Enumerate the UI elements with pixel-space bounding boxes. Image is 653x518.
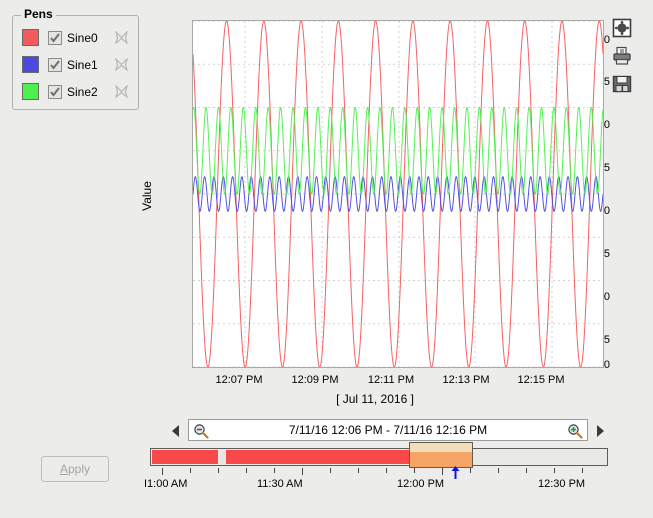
pen-label: Sine1 [67, 58, 115, 72]
x-axis-date-label: [ Jul 11, 2016 ] [140, 392, 610, 406]
pen-visibility-checkbox[interactable] [48, 85, 62, 99]
timeline-tick-label: 12:30 PM [538, 478, 585, 490]
y-axis-label: Value [140, 181, 154, 211]
plot-canvas[interactable] [192, 20, 604, 368]
close-x-icon[interactable] [115, 31, 128, 44]
chart-viewer-window: Pens Sine0 Sine1 [0, 0, 653, 518]
pens-panel-title: Pens [21, 8, 56, 20]
pen-row-sine0[interactable]: Sine0 [22, 29, 130, 46]
timeline-tick-label: 11:30 AM [257, 478, 303, 490]
x-tick-label: 12:07 PM [204, 374, 274, 386]
chart-toolbar [611, 17, 637, 101]
x-tick-label: 12:13 PM [431, 374, 501, 386]
timeline-data-band [152, 450, 433, 464]
timeline-data-gap [218, 450, 226, 464]
timeline-track[interactable] [150, 448, 608, 466]
pen-row-sine2[interactable]: Sine2 [22, 83, 130, 100]
pen-color-swatch[interactable] [22, 56, 39, 73]
save-icon[interactable] [611, 73, 633, 95]
apply-button[interactable]: Apply [41, 456, 109, 482]
chart-area: Value 100 75 50 25 0 -25 -50 -75 -100 12… [140, 14, 610, 414]
timeline-tick-label: I1:00 AM [144, 478, 187, 490]
print-icon[interactable] [611, 45, 633, 67]
nav-next-button[interactable] [592, 421, 608, 441]
pens-panel: Pens Sine0 Sine1 [12, 15, 139, 110]
close-x-icon[interactable] [115, 85, 128, 98]
pen-color-swatch[interactable] [22, 29, 39, 46]
pen-label: Sine2 [67, 85, 115, 99]
apply-button-rest: pply [68, 462, 90, 476]
pen-visibility-checkbox[interactable] [48, 31, 62, 45]
pen-row-sine1[interactable]: Sine1 [22, 56, 130, 73]
apply-button-mnemonic: A [60, 462, 68, 476]
x-tick-label: 12:15 PM [506, 374, 576, 386]
timeline-tick-label: 12:00 PM [397, 478, 444, 490]
pen-visibility-checkbox[interactable] [48, 58, 62, 72]
time-range-field[interactable]: 7/11/16 12:06 PM - 7/11/16 12:16 PM [188, 419, 588, 441]
timeline-ticks [150, 468, 608, 476]
timeline-position-marker [450, 466, 461, 479]
zoom-in-icon[interactable] [567, 423, 583, 439]
nav-prev-button[interactable] [168, 421, 184, 441]
x-tick-label: 12:09 PM [280, 374, 350, 386]
timeline-selection-handle[interactable] [409, 442, 473, 468]
time-navigation-bar: 7/11/16 12:06 PM - 7/11/16 12:16 PM [168, 419, 608, 443]
close-x-icon[interactable] [115, 58, 128, 71]
timeline-scrubber[interactable]: I1:00 AM 11:30 AM 12:00 PM 12:30 PM [150, 448, 608, 466]
pen-label: Sine0 [67, 31, 115, 45]
time-range-text: 7/11/16 12:06 PM - 7/11/16 12:16 PM [289, 423, 487, 437]
x-tick-label: 12:11 PM [356, 374, 426, 386]
zoom-out-icon[interactable] [193, 423, 209, 439]
pen-color-swatch[interactable] [22, 83, 39, 100]
fit-to-window-icon[interactable] [611, 17, 633, 39]
